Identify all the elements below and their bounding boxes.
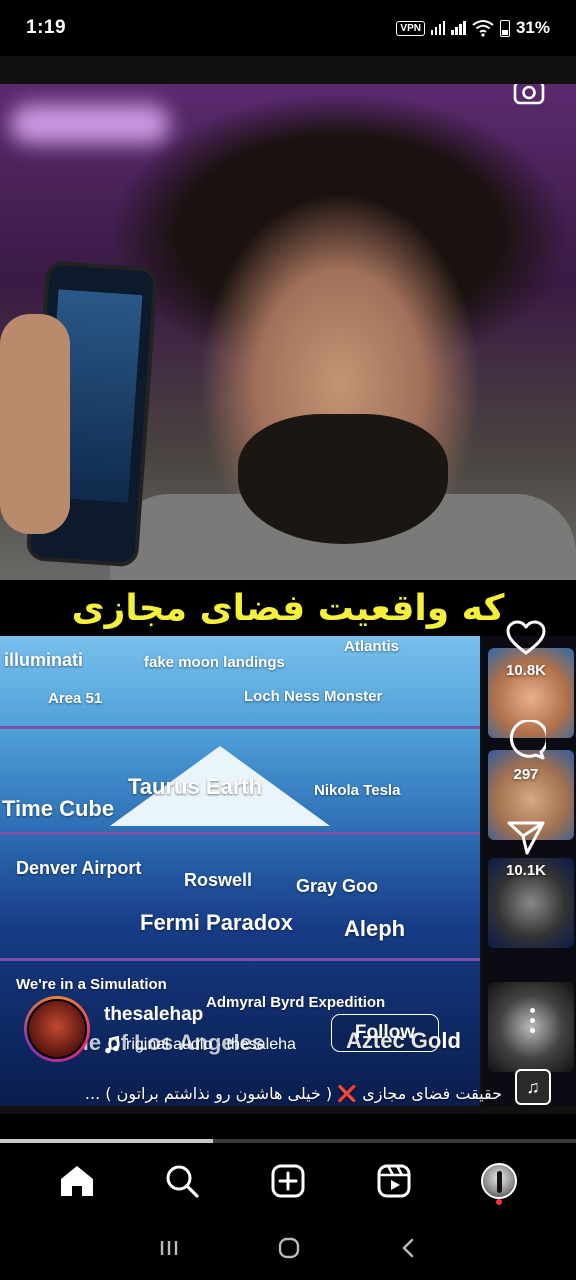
- iceberg-label: fake moon landings: [144, 654, 285, 671]
- status-bar: 1:19 VPN 31%: [0, 0, 576, 56]
- status-time: 1:19: [26, 17, 67, 38]
- iceberg-label: Nikola Tesla: [314, 782, 401, 799]
- camera-icon[interactable]: [512, 84, 546, 108]
- iceberg-label: Roswell: [184, 870, 253, 890]
- iceberg-label: illuminati: [4, 650, 84, 670]
- iceberg-label: Taurus Earth: [128, 774, 263, 799]
- iceberg-label: We're in a Simulation: [16, 976, 167, 993]
- notification-dot: [496, 1199, 503, 1205]
- presenter-beard: [238, 414, 448, 544]
- video-progress-fill: [0, 1139, 214, 1143]
- iceberg-label: Area 51: [48, 690, 103, 707]
- signal-icon: [430, 21, 446, 35]
- like-button[interactable]: 10.8K: [494, 620, 558, 679]
- reel-caption[interactable]: حقیقت فضای مجازی ❌ ( خیلی هاشون رو نذاشت…: [22, 1084, 502, 1103]
- background-light: [10, 104, 170, 144]
- iceberg-label: Time Cube: [2, 796, 115, 821]
- banner-text: که واقعیت فضای مجازی: [71, 587, 505, 629]
- send-icon: [507, 821, 545, 855]
- author-avatar[interactable]: [24, 996, 90, 1062]
- nav-reels[interactable]: [366, 1153, 422, 1209]
- comment-button[interactable]: 297: [494, 720, 558, 783]
- nav-home[interactable]: [49, 1153, 105, 1209]
- top-spacer: [0, 56, 576, 84]
- audio-link[interactable]: riginal audio · thesaleha: [104, 1036, 296, 1054]
- battery-icon: [499, 19, 510, 37]
- iceberg-label: Aleph: [344, 916, 406, 941]
- nav-profile[interactable]: [471, 1153, 527, 1209]
- bottom-nav: [0, 1146, 576, 1216]
- iceberg-label: Denver Airport: [16, 858, 142, 878]
- like-count: 10.8K: [505, 662, 547, 679]
- battery-level: 31%: [515, 18, 550, 37]
- signal-icon-2: [451, 21, 466, 35]
- share-count: 10.1K: [505, 862, 547, 879]
- home-icon: [60, 1166, 93, 1196]
- more-vertical-icon[interactable]: [528, 1008, 536, 1038]
- reels-icon: [377, 1164, 411, 1198]
- comment-icon: [509, 720, 546, 760]
- iceberg-label: Gray Goo: [296, 876, 379, 896]
- share-button[interactable]: 10.1K: [494, 820, 558, 879]
- audio-thumbnail[interactable]: ♫: [515, 1069, 551, 1105]
- iceberg-label: Loch Ness Monster: [244, 688, 383, 705]
- music-note-icon: ♫: [526, 1076, 540, 1097]
- presenter-hand: [0, 314, 70, 534]
- search-icon: [166, 1165, 199, 1198]
- reel-video[interactable]: که واقعیت فضای مجازی illuminati fake moo…: [0, 84, 576, 1114]
- video-progress[interactable]: [0, 1139, 576, 1143]
- comment-count: 297: [513, 766, 539, 783]
- create-icon: [271, 1164, 305, 1198]
- wifi-icon: [472, 20, 494, 37]
- recent-apps-icon[interactable]: [158, 1238, 180, 1258]
- video-banner: که واقعیت فضای مجازی: [0, 580, 576, 636]
- home-button-icon[interactable]: [277, 1236, 301, 1260]
- author-username[interactable]: thesalehap: [104, 1004, 203, 1026]
- music-note-icon: [105, 1036, 119, 1054]
- layer-divider: [0, 832, 480, 835]
- iceberg-label: Admyral Byrd Expedition: [206, 994, 386, 1011]
- iceberg-label: Fermi Paradox: [140, 910, 293, 935]
- nav-create[interactable]: [260, 1153, 316, 1209]
- heart-icon: [506, 620, 546, 655]
- video-presenter-scene: [0, 84, 576, 584]
- layer-divider: [0, 726, 480, 729]
- nav-search[interactable]: [154, 1153, 210, 1209]
- follow-button[interactable]: Follow: [331, 1014, 439, 1052]
- layer-divider: [0, 958, 480, 961]
- system-nav: [0, 1216, 576, 1280]
- status-icons: VPN 31%: [396, 18, 550, 38]
- audio-text: riginal audio · thesaleha: [126, 1036, 296, 1053]
- vpn-icon: VPN: [396, 20, 425, 36]
- back-icon[interactable]: [398, 1237, 418, 1259]
- iceberg-label: Atlantis: [344, 638, 400, 655]
- profile-icon: [481, 1163, 518, 1199]
